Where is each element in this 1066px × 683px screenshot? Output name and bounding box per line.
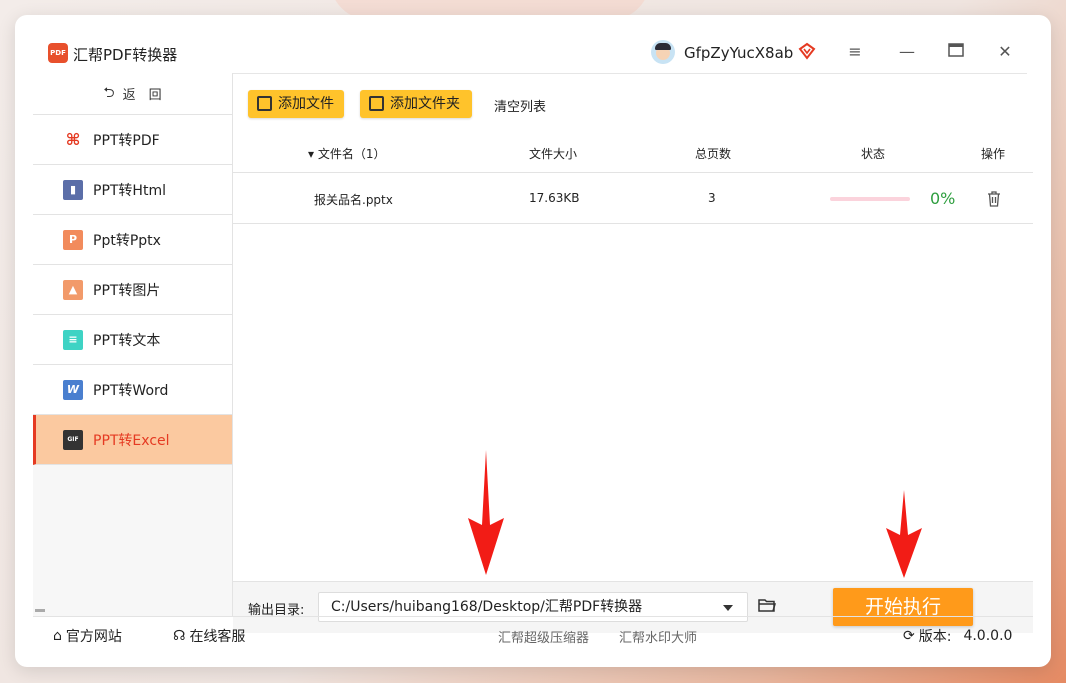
back-button[interactable]: ⮌ 返 回 xyxy=(33,73,232,115)
compressor-link[interactable]: 汇帮超级压缩器 xyxy=(498,627,589,646)
sidebar-item-label: PPT转Html xyxy=(93,182,166,199)
version-info[interactable]: ⟳ 版本: 4.0.0.0 xyxy=(903,626,1012,646)
sidebar-item-ppt-to-text[interactable]: ≡ PPT转文本 xyxy=(33,315,232,365)
clear-list-button[interactable]: 清空列表 xyxy=(494,96,546,115)
sidebar-item-ppt-to-pdf[interactable]: ⌘ PPT转PDF xyxy=(33,115,232,165)
sidebar-item-ppt-to-html[interactable]: ▮ PPT转Html xyxy=(33,165,232,215)
file-name: 报关品名.pptx xyxy=(314,193,393,207)
main-panel: 添加文件 添加文件夹 清空列表 ▾ 文件名（1） 文件大小 总页数 状态 操作 … xyxy=(233,73,1033,633)
column-name[interactable]: ▾ 文件名（1） xyxy=(308,145,385,162)
sidebar-item-label: PPT转文本 xyxy=(93,332,161,349)
version-value: 4.0.0.0 xyxy=(963,628,1013,644)
html-icon: ▮ xyxy=(63,179,83,200)
sidebar: ⮌ 返 回 ⌘ PPT转PDF ▮ PPT转Html P Ppt转Pptx ▲ … xyxy=(33,73,233,616)
word-icon: W xyxy=(63,379,83,400)
column-name-label: 文件名（1） xyxy=(317,147,386,161)
column-status: 状态 xyxy=(861,147,886,161)
app-logo-icon: PDF xyxy=(48,43,68,63)
sidebar-item-label: PPT转PDF xyxy=(93,132,160,149)
menu-icon[interactable]: ≡ xyxy=(846,43,864,61)
add-file-button[interactable]: 添加文件 xyxy=(248,90,344,118)
version-label: 版本: xyxy=(918,629,952,645)
back-arrow-icon: ⮌ xyxy=(103,84,115,101)
toolbar: 添加文件 添加文件夹 清空列表 xyxy=(233,73,1033,131)
column-size: 文件大小 xyxy=(529,147,578,161)
trash-icon[interactable] xyxy=(987,191,1001,207)
app-title: 汇帮PDF转换器 xyxy=(73,46,178,64)
sidebar-item-ppt-to-image[interactable]: ▲ PPT转图片 xyxy=(33,265,232,315)
sidebar-item-ppt-to-excel[interactable]: GIF PPT转Excel xyxy=(33,415,232,465)
sidebar-item-label: PPT转Excel xyxy=(93,432,170,449)
folder-icon[interactable] xyxy=(758,598,776,612)
table-header: ▾ 文件名（1） 文件大小 总页数 状态 操作 xyxy=(233,131,1033,173)
output-path: C:/Users/huibang168/Desktop/汇帮PDF转换器 xyxy=(331,599,643,615)
refresh-icon: ⟳ xyxy=(903,628,915,644)
table-row[interactable]: 报关品名.pptx 17.63KB 3 0% xyxy=(233,174,1033,224)
excel-icon: GIF xyxy=(63,429,83,450)
maximize-icon[interactable] xyxy=(947,43,965,61)
home-icon: ⌂ xyxy=(53,628,62,644)
file-size: 17.63KB xyxy=(529,191,580,205)
add-folder-button[interactable]: 添加文件夹 xyxy=(360,90,472,118)
back-label: 返 回 xyxy=(122,88,162,103)
sidebar-item-label: PPT转Word xyxy=(93,382,169,399)
resize-grip[interactable] xyxy=(35,609,45,612)
add-file-label: 添加文件 xyxy=(278,96,334,112)
add-file-icon xyxy=(257,96,272,111)
progress-bar xyxy=(830,197,910,201)
column-pages: 总页数 xyxy=(695,147,732,161)
sidebar-item-label: Ppt转Pptx xyxy=(93,232,161,249)
pdf-icon: ⌘ xyxy=(65,130,81,149)
column-ops: 操作 xyxy=(981,147,1006,161)
sidebar-item-label: PPT转图片 xyxy=(93,282,161,299)
online-service-label: 在线客服 xyxy=(189,629,246,645)
online-service-link[interactable]: ☊ 在线客服 xyxy=(173,626,245,646)
watermark-link[interactable]: 汇帮水印大师 xyxy=(619,627,697,646)
text-icon: ≡ xyxy=(63,329,83,350)
avatar[interactable] xyxy=(651,40,675,64)
username[interactable]: GfpZyYucX8ab xyxy=(684,44,793,62)
footer: ⌂ 官方网站 ☊ 在线客服 汇帮超级压缩器 汇帮水印大师 ⟳ 版本: 4.0.0… xyxy=(33,616,1033,652)
sidebar-item-ppt-to-word[interactable]: W PPT转Word xyxy=(33,365,232,415)
red-arrow-icon xyxy=(468,450,504,575)
official-website-link[interactable]: ⌂ 官方网站 xyxy=(53,626,122,646)
sidebar-item-ppt-to-pptx[interactable]: P Ppt转Pptx xyxy=(33,215,232,265)
pptx-icon: P xyxy=(63,229,83,250)
page-count: 3 xyxy=(708,191,716,205)
minimize-icon[interactable]: — xyxy=(898,43,916,61)
add-folder-label: 添加文件夹 xyxy=(390,96,460,112)
image-icon: ▲ xyxy=(63,279,83,300)
avatar-hair xyxy=(655,43,671,50)
add-folder-icon xyxy=(369,96,384,111)
app-window: PDF 汇帮PDF转换器 GfpZyYucX8ab ≡ — ✕ ⮌ 返 回 ⌘ … xyxy=(15,15,1051,667)
progress-percent: 0% xyxy=(930,189,956,208)
red-arrow-icon xyxy=(886,490,922,578)
headset-icon: ☊ xyxy=(173,628,186,644)
vip-icon[interactable] xyxy=(798,42,816,60)
title-bar: PDF 汇帮PDF转换器 GfpZyYucX8ab ≡ — ✕ xyxy=(15,15,1051,73)
close-icon[interactable]: ✕ xyxy=(996,43,1014,61)
chevron-down-icon xyxy=(723,605,733,611)
official-website-label: 官方网站 xyxy=(65,629,122,645)
